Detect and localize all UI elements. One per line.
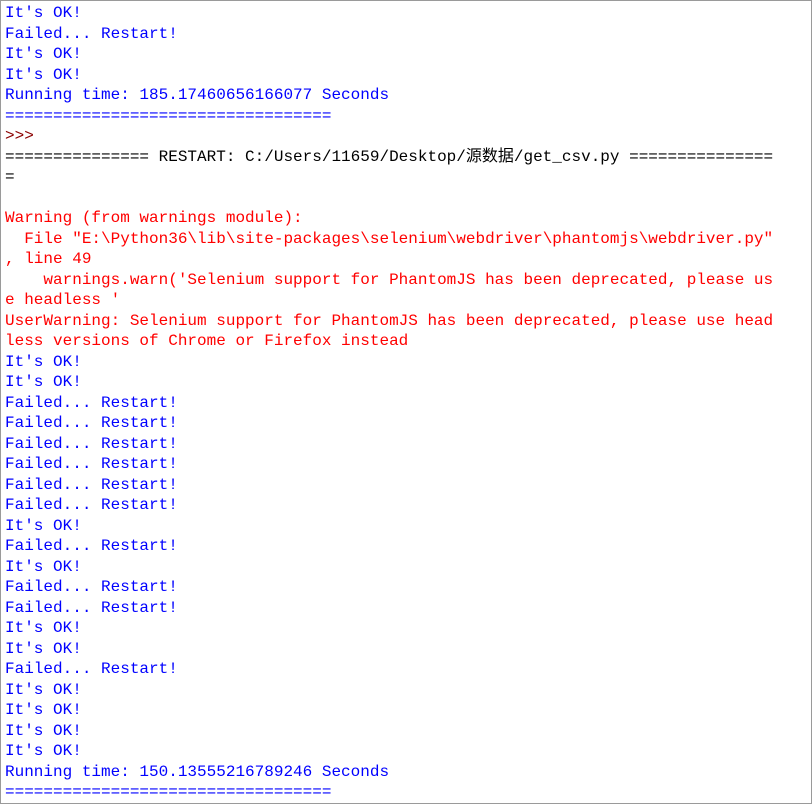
console-line: Warning (from warnings module): [5,209,303,227]
console-line: It's OK! [5,558,82,576]
console-line: It's OK! [5,722,82,740]
console-line: Failed... Restart! [5,578,178,596]
console-line: Running time: 150.13555216789246 Seconds [5,763,389,781]
console-line: ================================== [5,107,331,125]
console-line: Failed... Restart! [5,476,178,494]
console-line: It's OK! [5,742,82,760]
console-line: =============== RESTART: C:/Users/11659/… [5,148,773,166]
console-line: File "E:\Python36\lib\site-packages\sele… [5,230,773,248]
console-line: It's OK! [5,681,82,699]
console-line: It's OK! [5,619,82,637]
console-line: It's OK! [5,640,82,658]
console-line: Failed... Restart! [5,496,178,514]
console-line: It's OK! [5,66,82,84]
console-line: Failed... Restart! [5,414,178,432]
console-line: It's OK! [5,45,82,63]
console-line: e headless ' [5,291,120,309]
console-output: It's OK! Failed... Restart! It's OK! It'… [5,4,773,804]
console-line: It's OK! [5,353,82,371]
console-line: >>> [5,127,43,145]
console-line: It's OK! [5,373,82,391]
console-line: Failed... Restart! [5,25,178,43]
console-line: warnings.warn('Selenium support for Phan… [5,271,773,289]
console-line: ================================== [5,783,331,801]
console-line: = [5,168,15,186]
console-line: Failed... Restart! [5,394,178,412]
console-line: Running time: 185.17460656166077 Seconds [5,86,389,104]
console-line: Failed... Restart! [5,435,178,453]
console-line: Failed... Restart! [5,599,178,617]
console-line: It's OK! [5,701,82,719]
idle-console[interactable]: It's OK! Failed... Restart! It's OK! It'… [0,0,812,804]
console-line: Failed... Restart! [5,660,178,678]
console-line: Failed... Restart! [5,537,178,555]
console-line: It's OK! [5,517,82,535]
console-line: less versions of Chrome or Firefox inste… [5,332,408,350]
console-line: It's OK! [5,4,82,22]
console-line: Failed... Restart! [5,455,178,473]
console-line: UserWarning: Selenium support for Phanto… [5,312,773,330]
console-line: , line 49 [5,250,91,268]
